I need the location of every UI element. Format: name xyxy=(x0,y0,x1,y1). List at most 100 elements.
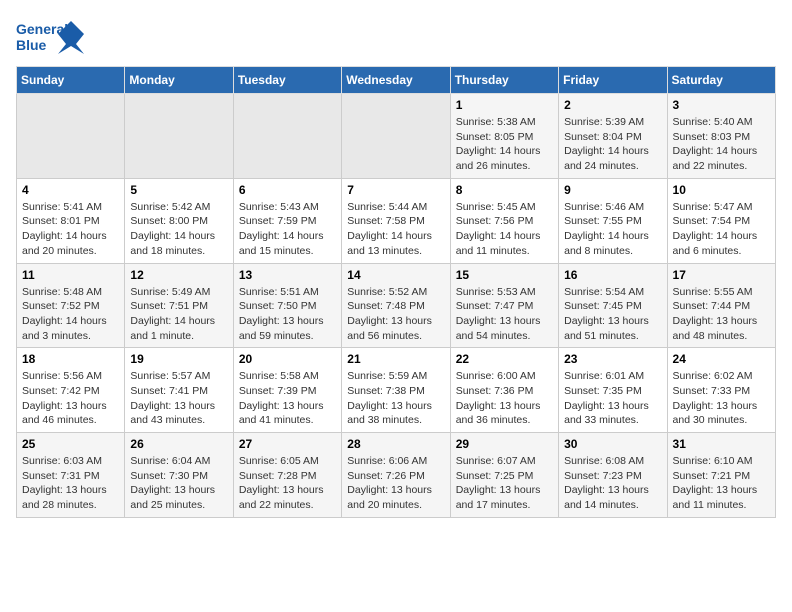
day-number: 3 xyxy=(673,98,770,112)
day-number: 15 xyxy=(456,268,553,282)
day-info: Sunrise: 5:54 AMSunset: 7:45 PMDaylight:… xyxy=(564,285,661,344)
day-info: Sunrise: 5:59 AMSunset: 7:38 PMDaylight:… xyxy=(347,369,444,428)
calendar-table: SundayMondayTuesdayWednesdayThursdayFrid… xyxy=(16,66,776,518)
day-info: Sunrise: 5:51 AMSunset: 7:50 PMDaylight:… xyxy=(239,285,336,344)
calendar-cell: 27 Sunrise: 6:05 AMSunset: 7:28 PMDayligh… xyxy=(233,433,341,518)
day-info: Sunrise: 5:39 AMSunset: 8:04 PMDaylight:… xyxy=(564,115,661,174)
day-number: 13 xyxy=(239,268,336,282)
day-number: 11 xyxy=(22,268,119,282)
calendar-week-row: 18 Sunrise: 5:56 AMSunset: 7:42 PMDayligh… xyxy=(17,348,776,433)
calendar-cell: 14 Sunrise: 5:52 AMSunset: 7:48 PMDayligh… xyxy=(342,263,450,348)
day-info: Sunrise: 6:08 AMSunset: 7:23 PMDaylight:… xyxy=(564,454,661,513)
day-number: 6 xyxy=(239,183,336,197)
weekday-header-thursday: Thursday xyxy=(450,67,558,94)
logo-icon: GeneralBlue xyxy=(16,16,86,60)
day-number: 28 xyxy=(347,437,444,451)
day-number: 22 xyxy=(456,352,553,366)
calendar-cell: 28 Sunrise: 6:06 AMSunset: 7:26 PMDayligh… xyxy=(342,433,450,518)
calendar-cell: 18 Sunrise: 5:56 AMSunset: 7:42 PMDayligh… xyxy=(17,348,125,433)
weekday-header-monday: Monday xyxy=(125,67,233,94)
calendar-cell: 19 Sunrise: 5:57 AMSunset: 7:41 PMDayligh… xyxy=(125,348,233,433)
day-number: 14 xyxy=(347,268,444,282)
calendar-cell: 30 Sunrise: 6:08 AMSunset: 7:23 PMDayligh… xyxy=(559,433,667,518)
calendar-cell xyxy=(342,94,450,179)
calendar-cell: 13 Sunrise: 5:51 AMSunset: 7:50 PMDayligh… xyxy=(233,263,341,348)
day-number: 25 xyxy=(22,437,119,451)
weekday-header-sunday: Sunday xyxy=(17,67,125,94)
day-number: 21 xyxy=(347,352,444,366)
day-info: Sunrise: 6:02 AMSunset: 7:33 PMDaylight:… xyxy=(673,369,770,428)
calendar-cell: 31Sunrise: 6:10 AMSunset: 7:21 PMDayligh… xyxy=(667,433,775,518)
day-info: Sunrise: 5:58 AMSunset: 7:39 PMDaylight:… xyxy=(239,369,336,428)
calendar-cell: 9Sunrise: 5:46 AMSunset: 7:55 PMDaylight… xyxy=(559,178,667,263)
day-number: 19 xyxy=(130,352,227,366)
calendar-cell: 6 Sunrise: 5:43 AMSunset: 7:59 PMDaylight… xyxy=(233,178,341,263)
calendar-cell: 7 Sunrise: 5:44 AMSunset: 7:58 PMDaylight… xyxy=(342,178,450,263)
day-number: 18 xyxy=(22,352,119,366)
day-number: 31 xyxy=(673,437,770,451)
day-number: 30 xyxy=(564,437,661,451)
calendar-cell: 17 Sunrise: 5:55 AMSunset: 7:44 PMDayligh… xyxy=(667,263,775,348)
day-info: Sunrise: 5:49 AMSunset: 7:51 PMDaylight:… xyxy=(130,285,227,344)
calendar-cell: 24Sunrise: 6:02 AMSunset: 7:33 PMDayligh… xyxy=(667,348,775,433)
calendar-cell: 4Sunrise: 5:41 AMSunset: 8:01 PMDaylight… xyxy=(17,178,125,263)
day-info: Sunrise: 5:47 AMSunset: 7:54 PMDaylight:… xyxy=(673,200,770,259)
calendar-week-row: 4Sunrise: 5:41 AMSunset: 8:01 PMDaylight… xyxy=(17,178,776,263)
day-info: Sunrise: 6:07 AMSunset: 7:25 PMDaylight:… xyxy=(456,454,553,513)
day-number: 4 xyxy=(22,183,119,197)
calendar-cell: 2 Sunrise: 5:39 AMSunset: 8:04 PMDaylight… xyxy=(559,94,667,179)
day-number: 20 xyxy=(239,352,336,366)
day-info: Sunrise: 5:43 AMSunset: 7:59 PMDaylight:… xyxy=(239,200,336,259)
day-number: 12 xyxy=(130,268,227,282)
day-info: Sunrise: 6:03 AMSunset: 7:31 PMDaylight:… xyxy=(22,454,119,513)
day-info: Sunrise: 6:05 AMSunset: 7:28 PMDaylight:… xyxy=(239,454,336,513)
day-info: Sunrise: 5:52 AMSunset: 7:48 PMDaylight:… xyxy=(347,285,444,344)
svg-text:Blue: Blue xyxy=(16,37,47,53)
day-number: 26 xyxy=(130,437,227,451)
day-number: 16 xyxy=(564,268,661,282)
day-number: 2 xyxy=(564,98,661,112)
calendar-cell xyxy=(233,94,341,179)
day-info: Sunrise: 6:06 AMSunset: 7:26 PMDaylight:… xyxy=(347,454,444,513)
weekday-header-row: SundayMondayTuesdayWednesdayThursdayFrid… xyxy=(17,67,776,94)
day-number: 8 xyxy=(456,183,553,197)
calendar-cell: 20 Sunrise: 5:58 AMSunset: 7:39 PMDayligh… xyxy=(233,348,341,433)
day-number: 7 xyxy=(347,183,444,197)
weekday-header-wednesday: Wednesday xyxy=(342,67,450,94)
calendar-week-row: 1Sunrise: 5:38 AMSunset: 8:05 PMDaylight… xyxy=(17,94,776,179)
calendar-cell: 29 Sunrise: 6:07 AMSunset: 7:25 PMDayligh… xyxy=(450,433,558,518)
calendar-cell: 3 Sunrise: 5:40 AMSunset: 8:03 PMDaylight… xyxy=(667,94,775,179)
calendar-cell: 5 Sunrise: 5:42 AMSunset: 8:00 PMDaylight… xyxy=(125,178,233,263)
page-header: GeneralBlue xyxy=(16,16,776,60)
day-info: Sunrise: 5:40 AMSunset: 8:03 PMDaylight:… xyxy=(673,115,770,174)
day-info: Sunrise: 5:42 AMSunset: 8:00 PMDaylight:… xyxy=(130,200,227,259)
day-number: 17 xyxy=(673,268,770,282)
calendar-cell: 1Sunrise: 5:38 AMSunset: 8:05 PMDaylight… xyxy=(450,94,558,179)
calendar-cell: 22 Sunrise: 6:00 AMSunset: 7:36 PMDayligh… xyxy=(450,348,558,433)
calendar-cell: 15 Sunrise: 5:53 AMSunset: 7:47 PMDayligh… xyxy=(450,263,558,348)
calendar-cell: 25 Sunrise: 6:03 AMSunset: 7:31 PMDayligh… xyxy=(17,433,125,518)
day-number: 5 xyxy=(130,183,227,197)
day-info: Sunrise: 5:48 AMSunset: 7:52 PMDaylight:… xyxy=(22,285,119,344)
day-number: 27 xyxy=(239,437,336,451)
day-info: Sunrise: 5:57 AMSunset: 7:41 PMDaylight:… xyxy=(130,369,227,428)
day-info: Sunrise: 6:04 AMSunset: 7:30 PMDaylight:… xyxy=(130,454,227,513)
day-info: Sunrise: 5:46 AMSunset: 7:55 PMDaylight:… xyxy=(564,200,661,259)
day-number: 29 xyxy=(456,437,553,451)
day-info: Sunrise: 5:56 AMSunset: 7:42 PMDaylight:… xyxy=(22,369,119,428)
weekday-header-friday: Friday xyxy=(559,67,667,94)
day-info: Sunrise: 5:55 AMSunset: 7:44 PMDaylight:… xyxy=(673,285,770,344)
day-info: Sunrise: 5:44 AMSunset: 7:58 PMDaylight:… xyxy=(347,200,444,259)
calendar-cell: 11 Sunrise: 5:48 AMSunset: 7:52 PMDayligh… xyxy=(17,263,125,348)
calendar-cell: 10 Sunrise: 5:47 AMSunset: 7:54 PMDayligh… xyxy=(667,178,775,263)
calendar-cell: 12 Sunrise: 5:49 AMSunset: 7:51 PMDayligh… xyxy=(125,263,233,348)
day-info: Sunrise: 5:38 AMSunset: 8:05 PMDaylight:… xyxy=(456,115,553,174)
day-info: Sunrise: 6:01 AMSunset: 7:35 PMDaylight:… xyxy=(564,369,661,428)
day-info: Sunrise: 6:00 AMSunset: 7:36 PMDaylight:… xyxy=(456,369,553,428)
day-info: Sunrise: 5:45 AMSunset: 7:56 PMDaylight:… xyxy=(456,200,553,259)
day-number: 10 xyxy=(673,183,770,197)
weekday-header-saturday: Saturday xyxy=(667,67,775,94)
day-info: Sunrise: 5:53 AMSunset: 7:47 PMDaylight:… xyxy=(456,285,553,344)
logo: GeneralBlue xyxy=(16,16,86,60)
calendar-cell: 8 Sunrise: 5:45 AMSunset: 7:56 PMDaylight… xyxy=(450,178,558,263)
